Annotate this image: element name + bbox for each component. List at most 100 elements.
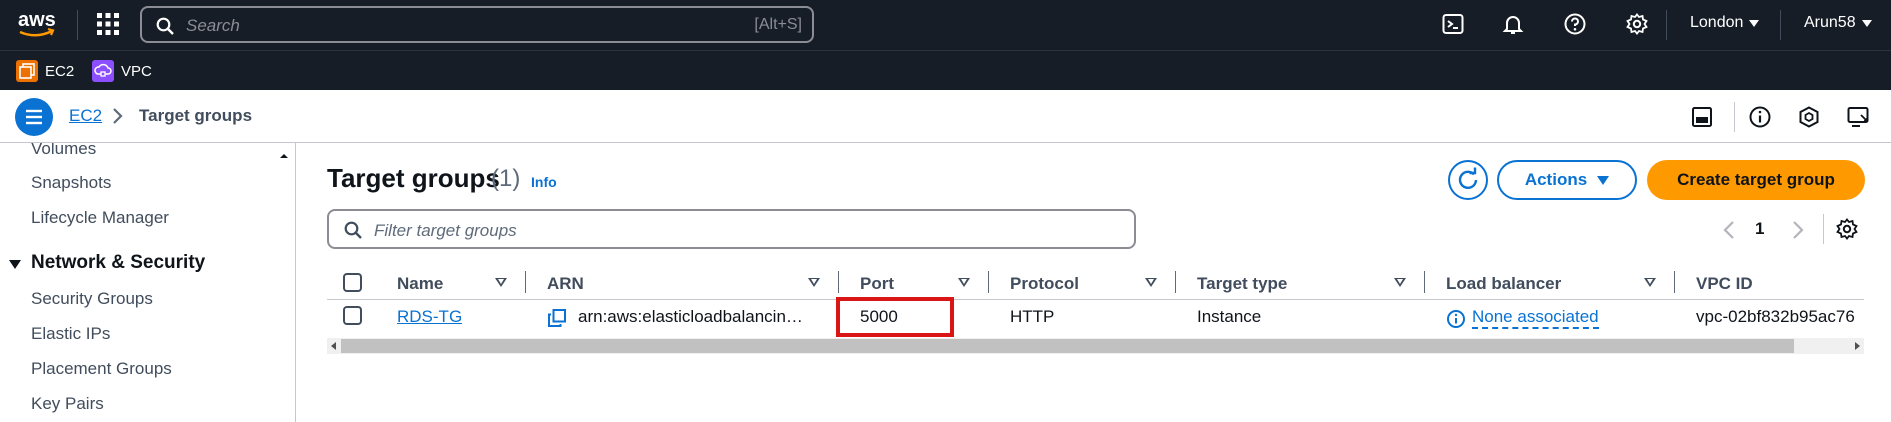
search-shortcut: [Alt+S] [754, 16, 802, 33]
sidebar-item-volumes[interactable]: Volumes [31, 143, 96, 159]
load-balancer-popover-link[interactable]: None associated [1472, 307, 1599, 329]
sidebar-item-snapshots[interactable]: Snapshots [31, 173, 111, 193]
search-placeholder: Search [186, 16, 240, 35]
aws-logo[interactable]: aws [16, 8, 60, 40]
arn-value: arn:aws:elasticloadbalancin… [578, 307, 803, 326]
pagination-next-icon[interactable] [1791, 220, 1805, 240]
feedback-icon[interactable] [1846, 105, 1870, 129]
breadcrumb-bar: EC2 Target groups [0, 90, 1891, 143]
sort-icon[interactable] [1394, 278, 1406, 287]
sort-icon[interactable] [495, 278, 507, 287]
account-name: Arun58 [1804, 14, 1856, 31]
page-title: Target groups [327, 163, 500, 193]
services-grid-icon[interactable] [96, 12, 120, 36]
sort-icon[interactable] [958, 278, 970, 287]
sidebar-item-key-pairs[interactable]: Key Pairs [31, 394, 104, 414]
sidebar-item-lifecycle-manager[interactable]: Lifecycle Manager [31, 208, 169, 228]
column-resizer[interactable] [1424, 271, 1425, 293]
table-preferences-gear-icon[interactable] [1835, 217, 1859, 241]
refresh-icon [1458, 167, 1478, 189]
port-highlight-box [836, 297, 954, 337]
account-menu[interactable]: Arun58 [1804, 14, 1872, 32]
column-header-port[interactable]: Port [860, 274, 894, 294]
actions-label: Actions [1524, 170, 1588, 189]
sidebar-item-security-groups[interactable]: Security Groups [31, 289, 153, 309]
scroll-right-icon[interactable] [1855, 342, 1860, 350]
split-panel-icon[interactable] [1690, 105, 1714, 129]
target-group-name-link[interactable]: RDS-TG [397, 307, 462, 327]
sort-icon[interactable] [808, 278, 820, 287]
row-checkbox[interactable] [343, 306, 362, 325]
column-header-name[interactable]: Name [397, 274, 443, 294]
search-icon [156, 17, 174, 35]
breadcrumb-current: Target groups [139, 106, 253, 125]
column-header-vpc-id[interactable]: VPC ID [1696, 274, 1753, 294]
info-link[interactable]: Info [531, 174, 557, 190]
sidebar-scroll-up-icon[interactable] [278, 150, 290, 162]
sidebar-item-placement-groups[interactable]: Placement Groups [31, 359, 172, 379]
caret-down-icon[interactable] [9, 260, 21, 269]
create-target-group-button[interactable]: Create target group [1647, 160, 1865, 200]
favorite-vpc-label: VPC [121, 62, 152, 80]
top-navigation: aws Search [Alt+S] London Arun58 [0, 0, 1891, 50]
bell-icon[interactable] [1501, 12, 1525, 36]
pagination-previous-icon[interactable] [1722, 220, 1736, 240]
settings-icon[interactable] [1625, 12, 1649, 36]
column-resizer[interactable] [988, 271, 989, 293]
item-count: (1) [491, 165, 521, 192]
filter-input[interactable]: Filter target groups [327, 209, 1136, 249]
column-header-protocol[interactable]: Protocol [1010, 274, 1079, 294]
info-panel-icon[interactable] [1748, 105, 1772, 129]
protocol-value: HTTP [1010, 307, 1055, 326]
sidebar-item-elastic-ips[interactable]: Elastic IPs [31, 324, 110, 344]
help-icon[interactable] [1563, 12, 1587, 36]
favorite-ec2-label: EC2 [45, 62, 75, 80]
select-all-checkbox[interactable] [343, 273, 362, 292]
region-selector[interactable]: London [1690, 14, 1760, 32]
scrollbar-thumb[interactable] [341, 339, 1794, 353]
vpc-icon [92, 60, 114, 82]
actions-dropdown-button[interactable]: Actions [1497, 160, 1637, 200]
menu-icon [26, 109, 42, 125]
nav-divider [1666, 10, 1667, 40]
column-header-arn[interactable]: ARN [547, 274, 584, 294]
pagination-page-1[interactable]: 1 [1755, 219, 1764, 239]
security-shield-icon[interactable] [1797, 105, 1821, 129]
favorite-ec2[interactable]: EC2 [16, 60, 74, 82]
column-resizer[interactable] [838, 271, 839, 293]
scroll-left-icon[interactable] [331, 342, 336, 350]
search-input[interactable]: Search [Alt+S] [140, 6, 814, 43]
table-header-row: Name ARN Port Protocol Target type Load … [327, 266, 1864, 300]
favorites-bar: EC2 VPC [0, 50, 1891, 90]
caret-down-icon [1597, 175, 1610, 185]
toolbar-divider [1734, 102, 1735, 132]
pagination-divider [1823, 214, 1824, 244]
filter-placeholder: Filter target groups [374, 221, 517, 240]
info-circle-icon [1446, 309, 1466, 329]
vpc-id-value: vpc-02bf832b95ac76 [1696, 307, 1855, 326]
search-icon [344, 221, 362, 239]
table-horizontal-scrollbar[interactable] [327, 338, 1864, 354]
create-target-group-label: Create target group [1677, 170, 1835, 189]
region-label: London [1690, 14, 1744, 31]
chevron-down-icon [1861, 19, 1872, 27]
sort-icon[interactable] [1145, 278, 1157, 287]
sidebar-section-network-security[interactable]: Network & Security [31, 252, 205, 274]
column-header-load-balancer[interactable]: Load balancer [1446, 274, 1561, 294]
column-resizer[interactable] [525, 271, 526, 293]
table-row[interactable]: RDS-TG arn:aws:elasticloadbalancin… 5000… [327, 300, 1864, 334]
breadcrumb-ec2-link[interactable]: EC2 [69, 106, 102, 126]
refresh-button[interactable] [1448, 160, 1488, 200]
aws-logo-text: aws [18, 9, 56, 31]
cloudshell-icon[interactable] [1441, 12, 1465, 36]
side-nav-toggle-button[interactable] [15, 98, 53, 136]
column-header-target-type[interactable]: Target type [1197, 274, 1287, 294]
chevron-down-icon [1749, 19, 1760, 27]
nav-divider [77, 10, 78, 40]
copy-icon[interactable] [547, 308, 567, 328]
column-resizer[interactable] [1674, 271, 1675, 293]
column-resizer[interactable] [1175, 271, 1176, 293]
sort-icon[interactable] [1644, 278, 1656, 287]
side-navigation: Volumes Snapshots Lifecycle Manager Netw… [0, 143, 296, 422]
favorite-vpc[interactable]: VPC [92, 60, 152, 82]
